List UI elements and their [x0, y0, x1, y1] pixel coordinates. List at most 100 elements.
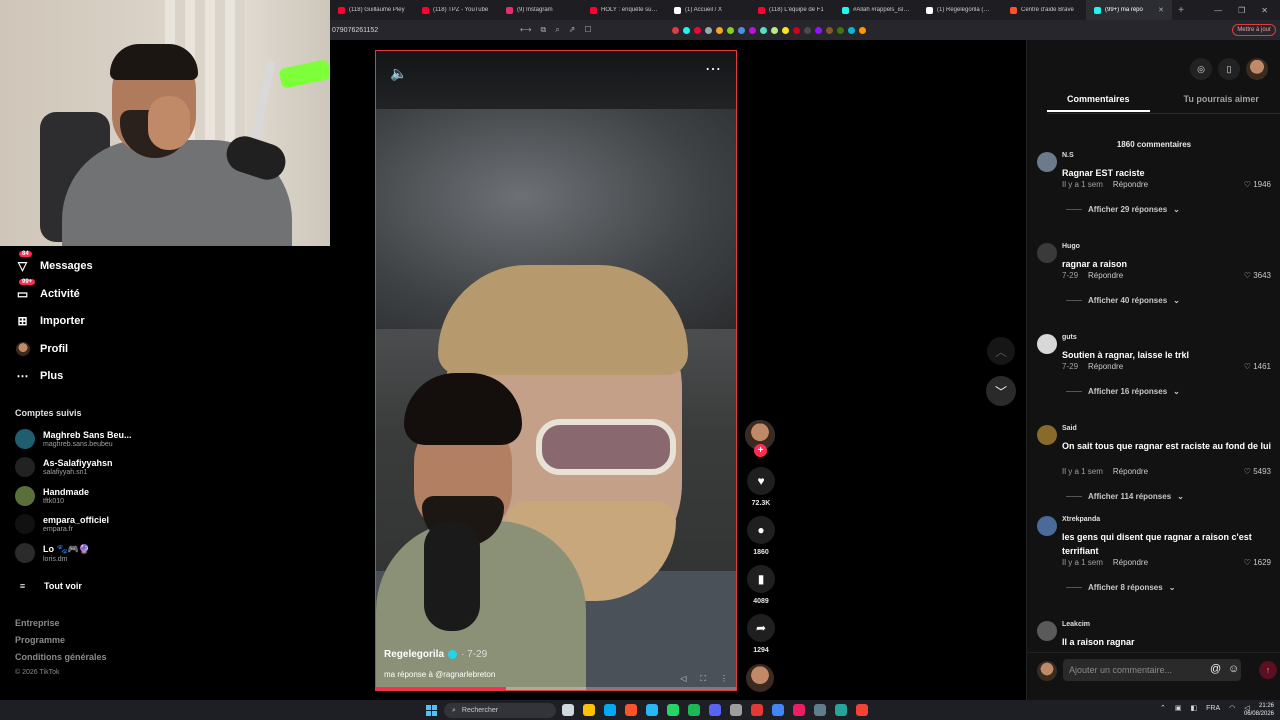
- browser-tab[interactable]: (1) Accueil / X: [666, 0, 750, 20]
- telegram-icon[interactable]: [646, 704, 658, 716]
- footer-link-business[interactable]: Entreprise: [15, 618, 60, 628]
- minimize-icon[interactable]: —: [1214, 6, 1222, 15]
- send-icon[interactable]: ↑: [1259, 661, 1277, 679]
- opera-icon[interactable]: [751, 704, 763, 716]
- compass-icon[interactable]: ◎: [1190, 58, 1212, 80]
- taskbar-search[interactable]: ⌕ Rechercher: [444, 703, 556, 718]
- url-field[interactable]: 079076261152: [330, 27, 510, 34]
- extension-icon[interactable]: [836, 26, 844, 34]
- comment-like-button[interactable]: ♡ 3643: [1244, 271, 1271, 280]
- sidebar-item-messages[interactable]: ▽ 84 Messages: [15, 251, 93, 273]
- tab-comments[interactable]: Commentaires: [1047, 94, 1150, 112]
- followed-account[interactable]: empara_officiel empara.fr: [15, 514, 109, 534]
- followed-account[interactable]: As-Salafiyyahsn salafiyyah.sn1: [15, 457, 113, 477]
- extension-icon[interactable]: [858, 26, 866, 34]
- settings-icon[interactable]: [814, 704, 826, 716]
- avatar[interactable]: [1037, 621, 1057, 641]
- comment-like-button[interactable]: ♡ 1629: [1244, 558, 1271, 567]
- media-icon[interactable]: [856, 704, 868, 716]
- brave-icon[interactable]: [625, 704, 637, 716]
- taskbar-clock[interactable]: 21:26 06/08/2026: [1244, 702, 1274, 718]
- show-replies-button[interactable]: Afficher 40 réponses ⌄: [1066, 296, 1180, 305]
- see-all-link[interactable]: ≡ Tout voir: [15, 578, 82, 593]
- sidebar-item-upload[interactable]: ⊞ Importer: [15, 313, 84, 328]
- avatar[interactable]: [1037, 425, 1057, 445]
- user-avatar[interactable]: [1246, 58, 1268, 80]
- extension-icon[interactable]: [814, 26, 822, 34]
- file-explorer-icon[interactable]: [562, 704, 574, 716]
- comment-username[interactable]: Hugo: [1062, 243, 1080, 250]
- bookmark-icon[interactable]: ☐: [584, 25, 591, 35]
- show-replies-button[interactable]: Afficher 29 réponses ⌄: [1066, 205, 1180, 214]
- zoom-icon[interactable]: ⌕: [555, 25, 559, 35]
- tray-widget-icon[interactable]: ◧: [1191, 704, 1198, 712]
- show-replies-button[interactable]: Afficher 16 réponses ⌄: [1066, 387, 1180, 396]
- more-options-icon[interactable]: ⋯: [705, 59, 722, 79]
- mute-icon[interactable]: ◁: [680, 674, 686, 684]
- extension-icon[interactable]: [825, 26, 833, 34]
- steam-icon[interactable]: [730, 704, 742, 716]
- footer-link-program[interactable]: Programme: [15, 635, 65, 645]
- browser-tab[interactable]: Centre d'aide Brave: [1002, 0, 1086, 20]
- share-icon[interactable]: ⇗: [569, 25, 576, 35]
- extension-icon[interactable]: [847, 26, 855, 34]
- like-button[interactable]: ♥ 72.3K: [746, 467, 776, 507]
- browser-tab[interactable]: #Allah #rappels_islam: [834, 0, 918, 20]
- extension-icon[interactable]: [759, 26, 767, 34]
- sidebar-item-profile[interactable]: Profil: [15, 341, 68, 356]
- extension-icon[interactable]: [693, 26, 701, 34]
- mention-icon[interactable]: @: [1210, 663, 1221, 675]
- extension-icon[interactable]: [737, 26, 745, 34]
- browser-tab[interactable]: HOLY : enquête sur la: [582, 0, 666, 20]
- spotify-icon[interactable]: [688, 704, 700, 716]
- extension-icon[interactable]: [792, 26, 800, 34]
- sound-avatar[interactable]: [746, 664, 774, 692]
- extension-icon[interactable]: [781, 26, 789, 34]
- followed-account[interactable]: Handmade tftk010: [15, 486, 89, 506]
- translate-icon[interactable]: ⟷: [520, 25, 531, 35]
- open-external-icon[interactable]: ⧉: [540, 25, 546, 35]
- extension-icon[interactable]: [682, 26, 690, 34]
- more-vertical-icon[interactable]: ⋮: [720, 674, 728, 684]
- reply-button[interactable]: Répondre: [1113, 180, 1148, 189]
- chrome-icon[interactable]: [772, 704, 784, 716]
- extension-icon[interactable]: [726, 26, 734, 34]
- avatar[interactable]: [1037, 243, 1057, 263]
- whatsapp-icon[interactable]: [667, 704, 679, 716]
- browser-tab[interactable]: (9) Instagram: [498, 0, 582, 20]
- comment-like-button[interactable]: ♡ 1461: [1244, 362, 1271, 371]
- close-tab-icon[interactable]: ✕: [1158, 6, 1164, 14]
- close-window-icon[interactable]: ✕: [1261, 6, 1268, 15]
- fullscreen-icon[interactable]: ⛶: [700, 674, 706, 684]
- discord-icon[interactable]: [709, 704, 721, 716]
- comment-username[interactable]: Said: [1062, 425, 1077, 432]
- avatar[interactable]: [1037, 334, 1057, 354]
- tray-language[interactable]: FRA: [1206, 705, 1220, 712]
- tab-you-may-like[interactable]: Tu pourrais aimer: [1184, 94, 1259, 112]
- reply-button[interactable]: Répondre: [1088, 362, 1123, 371]
- emoji-icon[interactable]: ☺: [1228, 663, 1239, 675]
- extension-icon[interactable]: [671, 26, 679, 34]
- comment-like-button[interactable]: ♡ 5493: [1244, 467, 1271, 476]
- share-button[interactable]: ➦ 1294: [746, 614, 776, 654]
- comment-username[interactable]: Xtrekpanda: [1062, 516, 1100, 523]
- comment-like-button[interactable]: ♡ 1946: [1244, 180, 1271, 189]
- follow-plus-icon[interactable]: +: [754, 444, 767, 457]
- update-button[interactable]: Mettre à jour: [1232, 24, 1276, 36]
- followed-account[interactable]: Lo 🐾🎮🔮 loris.dm: [15, 543, 90, 563]
- extension-icon[interactable]: [770, 26, 778, 34]
- browser-tab[interactable]: (99+) ma répo ✕: [1086, 0, 1172, 20]
- chevron-down-icon[interactable]: ﹀: [986, 376, 1016, 406]
- windows-start-icon[interactable]: [426, 705, 437, 716]
- tv-icon[interactable]: [835, 704, 847, 716]
- maximize-icon[interactable]: ❐: [1238, 6, 1245, 15]
- extension-icon[interactable]: [803, 26, 811, 34]
- tray-chevron-icon[interactable]: ⌃: [1160, 704, 1166, 712]
- video-player[interactable]: 🔈 ⋯ Regelegorila · 7-29 ma réponse à @ra…: [375, 50, 737, 691]
- video-author[interactable]: Regelegorila · 7-29: [384, 649, 487, 660]
- extension-icon[interactable]: [704, 26, 712, 34]
- show-replies-button[interactable]: Afficher 114 réponses ⌄: [1066, 492, 1184, 501]
- show-replies-button[interactable]: Afficher 8 réponses ⌄: [1066, 583, 1175, 592]
- new-tab-button[interactable]: +: [1172, 5, 1190, 16]
- extension-icon[interactable]: [748, 26, 756, 34]
